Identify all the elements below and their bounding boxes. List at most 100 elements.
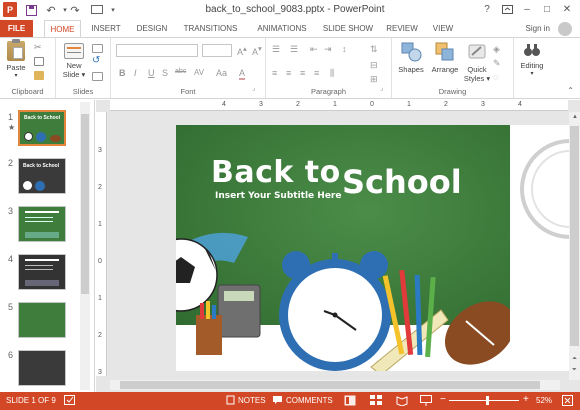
zoom-out-button[interactable]: −: [440, 394, 446, 405]
paste-button[interactable]: Paste ▾: [3, 39, 29, 81]
zoom-in-button[interactable]: +: [523, 394, 529, 405]
slide-thumbnail[interactable]: [18, 350, 66, 386]
tab-file[interactable]: FILE: [0, 20, 33, 37]
customize-toolbar-icon[interactable]: ▾: [106, 3, 120, 17]
shape-fill-icon[interactable]: ◈: [493, 44, 500, 55]
scroll-up-icon[interactable]: ▲: [572, 114, 578, 120]
align-left-icon[interactable]: ≡: [272, 68, 277, 78]
slide-counter: SLIDE 1 OF 9: [6, 396, 56, 405]
fit-to-window-icon[interactable]: [562, 395, 573, 408]
new-slide-button[interactable]: New Slide ▾: [60, 41, 88, 79]
sign-in-link[interactable]: Sign in: [526, 20, 550, 37]
bold-button[interactable]: B: [119, 68, 126, 78]
comments-button[interactable]: COMMENTS: [286, 396, 333, 405]
slide-thumbnail[interactable]: [18, 206, 66, 242]
underline-button[interactable]: U: [148, 68, 155, 78]
slide-layout-icon[interactable]: [92, 44, 103, 53]
tab-slide-show[interactable]: SLIDE SHOW: [320, 20, 376, 37]
notes-icon[interactable]: [226, 394, 236, 407]
collapse-ribbon-icon[interactable]: ⌃: [567, 86, 574, 95]
tab-home[interactable]: HOME: [44, 20, 81, 37]
slide-title-line1[interactable]: Back to: [211, 155, 341, 190]
shapes-button[interactable]: Shapes: [396, 41, 426, 74]
character-spacing-button[interactable]: AV: [194, 68, 204, 77]
line-spacing-icon[interactable]: ↕: [342, 44, 347, 54]
notes-button[interactable]: NOTES: [238, 396, 266, 405]
horizontal-scroll-thumb[interactable]: [120, 381, 540, 389]
slide-vertical-scrollbar[interactable]: ▲ ⏶ ⏷: [569, 112, 580, 380]
slide-thumbnail[interactable]: [18, 254, 66, 290]
save-icon[interactable]: [24, 3, 38, 17]
user-avatar-icon[interactable]: [558, 22, 572, 36]
numbering-icon[interactable]: ☰: [290, 44, 298, 55]
redo-icon[interactable]: ↷: [68, 3, 82, 17]
italic-button[interactable]: I: [134, 68, 137, 78]
slide-horizontal-scrollbar[interactable]: [110, 380, 560, 390]
tab-review[interactable]: REVIEW: [381, 20, 423, 37]
smartart-icon[interactable]: ⊞: [370, 74, 378, 85]
align-center-icon[interactable]: ≡: [286, 68, 291, 78]
tab-animations[interactable]: ANIMATIONS: [250, 20, 314, 37]
columns-icon[interactable]: ⫼: [330, 68, 334, 79]
thumbnail-scrollbar[interactable]: [80, 102, 90, 390]
normal-view-icon[interactable]: [344, 395, 356, 408]
tab-design[interactable]: DESIGN: [131, 20, 173, 37]
shape-outline-icon[interactable]: ✎: [493, 58, 501, 69]
minimize-button[interactable]: –: [518, 2, 536, 17]
shape-effects-icon[interactable]: ◌: [493, 72, 498, 82]
arrange-button[interactable]: Arrange: [428, 41, 462, 74]
slide-thumbnail[interactable]: Back to School: [18, 110, 66, 146]
increase-font-size-icon[interactable]: A▴: [237, 44, 247, 57]
ribbon-display-options-icon[interactable]: [498, 2, 516, 17]
align-text-icon[interactable]: ⊟: [370, 60, 378, 71]
vertical-scroll-thumb[interactable]: [570, 126, 579, 346]
current-slide-canvas[interactable]: Back to School Insert Your Subtitle Here: [176, 125, 556, 371]
reading-view-icon[interactable]: [396, 395, 408, 408]
comments-icon[interactable]: [272, 395, 283, 407]
slide-sorter-view-icon[interactable]: [370, 395, 382, 408]
tab-view[interactable]: VIEW: [428, 20, 458, 37]
spell-check-icon[interactable]: [64, 395, 76, 408]
font-size-dropdown[interactable]: [202, 44, 232, 57]
paste-dropdown-icon[interactable]: ▾: [3, 72, 29, 81]
cut-icon[interactable]: ✂: [34, 42, 42, 53]
section-icon[interactable]: [92, 72, 103, 81]
editing-button[interactable]: Editing ▾: [516, 41, 548, 79]
zoom-slider-track[interactable]: [449, 400, 519, 401]
decrease-indent-icon[interactable]: ⇤: [310, 44, 318, 55]
decrease-font-size-icon[interactable]: A▾: [252, 44, 262, 57]
font-family-dropdown[interactable]: [116, 44, 198, 57]
strikethrough-button[interactable]: abc: [175, 68, 186, 75]
slide-thumbnail[interactable]: Back to School: [18, 158, 66, 194]
text-shadow-button[interactable]: S: [162, 68, 168, 78]
bullets-icon[interactable]: ☰: [272, 44, 280, 55]
align-right-icon[interactable]: ≡: [300, 68, 305, 78]
quick-styles-button[interactable]: Quick Styles ▾: [462, 41, 492, 83]
help-button[interactable]: ?: [478, 2, 496, 17]
powerpoint-logo-icon[interactable]: P: [3, 2, 17, 17]
thumbnail-scroll-thumb[interactable]: [81, 114, 89, 294]
undo-icon[interactable]: ↶: [44, 3, 58, 17]
slide-subtitle-placeholder[interactable]: Insert Your Subtitle Here: [215, 191, 341, 201]
increase-indent-icon[interactable]: ⇥: [324, 44, 332, 55]
justify-icon[interactable]: ≡: [314, 68, 319, 78]
copy-icon[interactable]: [34, 57, 44, 66]
zoom-slider-knob[interactable]: [486, 396, 489, 405]
text-direction-icon[interactable]: ⇅: [370, 44, 378, 55]
slide-show-view-icon[interactable]: [420, 395, 432, 408]
slide-thumbnail[interactable]: [18, 302, 66, 338]
font-color-button[interactable]: A: [239, 68, 246, 80]
tab-transitions[interactable]: TRANSITIONS: [178, 20, 243, 37]
previous-slide-icon[interactable]: ⏶: [572, 356, 577, 363]
zoom-level[interactable]: 52%: [536, 396, 552, 405]
close-button[interactable]: ✕: [558, 2, 576, 17]
slide-title-line2[interactable]: School: [342, 163, 462, 201]
next-slide-icon[interactable]: ⏷: [572, 367, 577, 374]
reset-slide-icon[interactable]: ↺: [92, 55, 100, 66]
change-case-button[interactable]: Aa: [216, 68, 227, 78]
tab-insert[interactable]: INSERT: [86, 20, 126, 37]
start-slideshow-icon[interactable]: [90, 3, 104, 17]
maximize-button[interactable]: □: [538, 2, 556, 17]
editing-dropdown-icon[interactable]: ▾: [516, 70, 548, 79]
format-painter-icon[interactable]: [34, 71, 44, 80]
